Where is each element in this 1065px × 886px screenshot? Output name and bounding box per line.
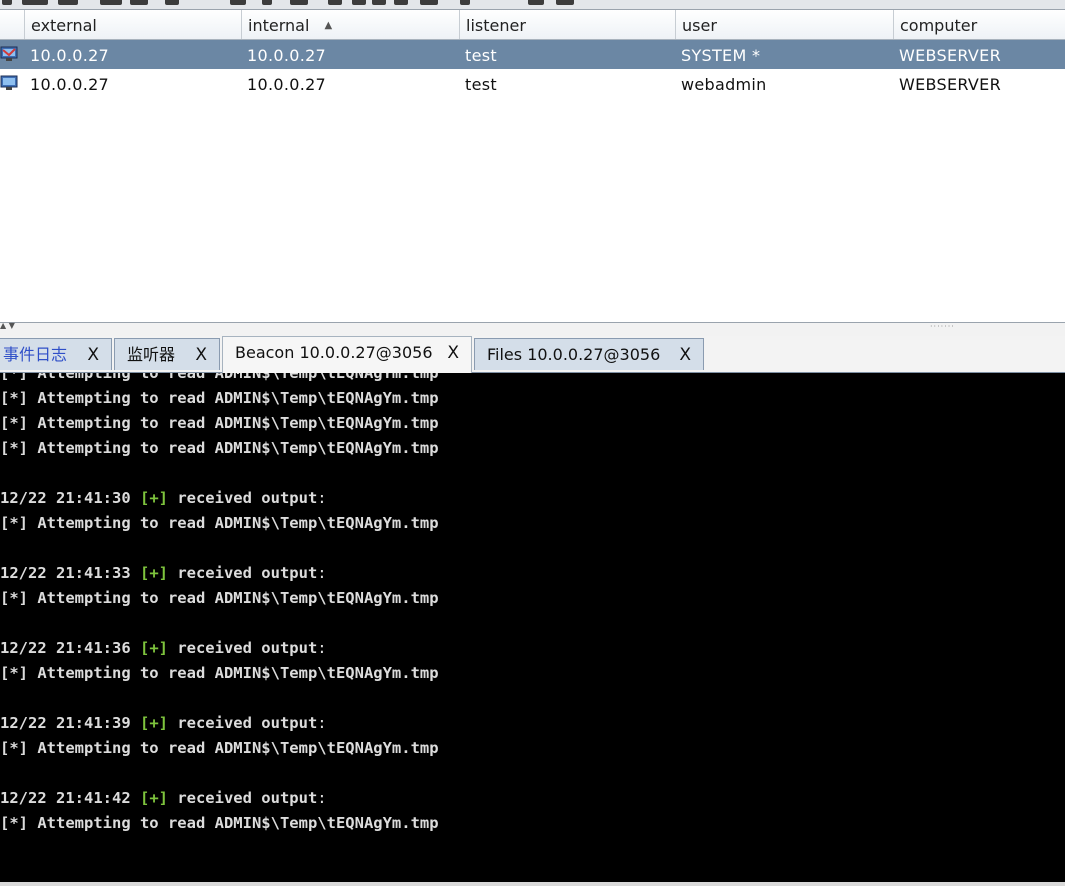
- toolbar: [0, 0, 1065, 10]
- console-info-line: [*] Attempting to read ADMIN$\Temp\tEQNA…: [0, 589, 439, 607]
- cell-internal: 10.0.0.27: [247, 75, 327, 94]
- close-icon[interactable]: X: [195, 339, 207, 371]
- column-header-computer[interactable]: computer: [893, 10, 1065, 39]
- toolbar-icon[interactable]: [130, 0, 148, 5]
- column-label: computer: [900, 16, 978, 35]
- table-empty-area[interactable]: [0, 98, 1065, 322]
- table-row[interactable]: 10.0.0.27 10.0.0.27 test webadmin WEBSER…: [0, 69, 1065, 98]
- console-success-marker: [+]: [139, 489, 168, 507]
- toolbar-icon[interactable]: [58, 0, 78, 5]
- tab-beacon[interactable]: Beacon 10.0.0.27@3056 X: [222, 336, 472, 373]
- pane-splitter[interactable]: ▲ ▼ ·······: [0, 321, 1065, 337]
- console-output-line: 12/22 21:41:42 [+] received output:: [0, 786, 327, 811]
- status-strip: [0, 882, 1065, 886]
- console-output-line: 12/22 21:41:33 [+] received output:: [0, 561, 327, 586]
- console-output-line: 12/22 21:41:36 [+] received output:: [0, 636, 327, 661]
- toolbar-icon[interactable]: [100, 0, 122, 5]
- tab-label: Files 10.0.0.27@3056: [487, 345, 661, 364]
- splitter-grip-icon[interactable]: ·······: [930, 322, 955, 331]
- tab-files[interactable]: Files 10.0.0.27@3056 X: [474, 338, 704, 370]
- close-icon[interactable]: X: [679, 339, 691, 371]
- cell-external: 10.0.0.27: [30, 75, 110, 94]
- toolbar-icon[interactable]: [420, 0, 438, 5]
- console-suffix: :: [317, 564, 327, 582]
- console-suffix: :: [317, 489, 327, 507]
- toolbar-icon[interactable]: [460, 0, 470, 5]
- console-text: received output: [167, 714, 318, 732]
- console-text: received output: [167, 639, 318, 657]
- console-info-line: [*] Attempting to read ADMIN$\Temp\tEQNA…: [0, 414, 439, 432]
- console-suffix: :: [317, 789, 327, 807]
- toolbar-icon[interactable]: [372, 0, 386, 5]
- toolbar-icon[interactable]: [556, 0, 574, 5]
- tab-event-log[interactable]: 事件日志 X: [0, 338, 112, 370]
- console-text: received output: [167, 789, 318, 807]
- console-output-line: 12/22 21:41:39 [+] received output:: [0, 711, 327, 736]
- cell-computer: WEBSERVER: [899, 46, 1002, 65]
- column-label: user: [682, 16, 717, 35]
- tab-label: 监听器: [127, 345, 176, 364]
- console-info-line: [*] Attempting to read ADMIN$\Temp\tEQNA…: [0, 739, 439, 757]
- console-output-line: 12/22 21:41:30 [+] received output:: [0, 486, 327, 511]
- console-info-line: [*] Attempting to read ADMIN$\Temp\tEQNA…: [0, 664, 439, 682]
- cell-external: 10.0.0.27: [30, 46, 110, 65]
- column-label: external: [31, 16, 97, 35]
- console-timestamp: 12/22 21:41:42: [0, 789, 140, 807]
- toolbar-icon[interactable]: [2, 0, 12, 5]
- cell-internal: 10.0.0.27: [247, 46, 327, 65]
- tab-label: 事件日志: [3, 345, 68, 364]
- toolbar-icon[interactable]: [394, 0, 408, 5]
- column-header-user[interactable]: user: [675, 10, 893, 39]
- console-suffix: :: [317, 639, 327, 657]
- beacon-elevated-icon: [0, 46, 18, 62]
- cell-listener: test: [465, 46, 497, 65]
- cell-user: webadmin: [681, 75, 767, 94]
- cell-computer: WEBSERVER: [899, 75, 1002, 94]
- column-header-listener[interactable]: listener: [459, 10, 675, 39]
- console-info-line: [*] Attempting to read ADMIN$\Temp\tEQNA…: [0, 373, 439, 382]
- toolbar-icon[interactable]: [165, 0, 179, 5]
- toolbar-icon[interactable]: [290, 0, 308, 5]
- tab-label: Beacon 10.0.0.27@3056: [235, 343, 433, 362]
- console-info-line: [*] Attempting to read ADMIN$\Temp\tEQNA…: [0, 514, 439, 532]
- console-timestamp: 12/22 21:41:33: [0, 564, 140, 582]
- console-success-marker: [+]: [139, 789, 168, 807]
- toolbar-icon[interactable]: [528, 0, 544, 5]
- toolbar-icon[interactable]: [262, 0, 272, 5]
- toolbar-icon[interactable]: [22, 0, 48, 5]
- table-header: external internal ▲ listener user comput…: [0, 10, 1065, 40]
- toolbar-icon[interactable]: [352, 0, 366, 5]
- close-icon[interactable]: X: [87, 339, 99, 371]
- cell-user: SYSTEM *: [681, 46, 761, 65]
- table-row[interactable]: 10.0.0.27 10.0.0.27 test SYSTEM * WEBSER…: [0, 40, 1065, 69]
- sort-ascending-icon: ▲: [324, 20, 333, 31]
- console-info-line: [*] Attempting to read ADMIN$\Temp\tEQNA…: [0, 389, 439, 407]
- console-timestamp: 12/22 21:41:39: [0, 714, 140, 732]
- toolbar-icon[interactable]: [230, 0, 246, 5]
- toolbar-icon[interactable]: [328, 0, 342, 5]
- console-info-line: [*] Attempting to read ADMIN$\Temp\tEQNA…: [0, 814, 439, 832]
- column-label: listener: [466, 16, 526, 35]
- console-timestamp: 12/22 21:41:30: [0, 489, 140, 507]
- console-success-marker: [+]: [139, 564, 168, 582]
- cell-listener: test: [465, 75, 497, 94]
- console-timestamp: 12/22 21:41:36: [0, 639, 140, 657]
- column-label: internal: [248, 16, 310, 35]
- tab-listeners[interactable]: 监听器 X: [114, 338, 220, 370]
- console-success-marker: [+]: [139, 714, 168, 732]
- console-suffix: :: [317, 714, 327, 732]
- console-success-marker: [+]: [139, 639, 168, 657]
- console-text: received output: [167, 564, 318, 582]
- close-icon[interactable]: X: [447, 337, 459, 369]
- splitter-arrows-icon[interactable]: ▲ ▼: [0, 321, 15, 330]
- beacon-icon: [0, 75, 18, 91]
- beacon-console[interactable]: [*] Attempting to read ADMIN$\Temp\tEQNA…: [0, 373, 1065, 882]
- column-header-external[interactable]: external: [24, 10, 241, 39]
- console-info-line: [*] Attempting to read ADMIN$\Temp\tEQNA…: [0, 439, 439, 457]
- tab-bar: 事件日志 X 监听器 X Beacon 10.0.0.27@3056 X Fil…: [0, 336, 1065, 373]
- console-text: received output: [167, 489, 318, 507]
- column-header-internal[interactable]: internal ▲: [241, 10, 459, 39]
